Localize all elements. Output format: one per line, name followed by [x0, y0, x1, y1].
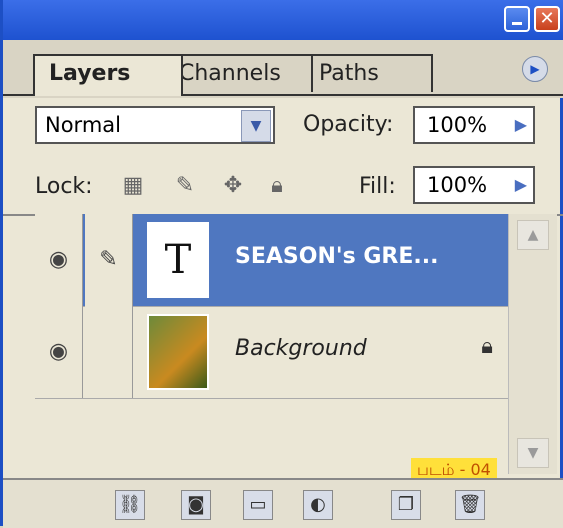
panel-menu-icon[interactable]: ▶ [522, 56, 548, 82]
eye-icon[interactable]: ◉ [35, 306, 83, 398]
opacity-label: Opacity: [303, 112, 394, 137]
close-icon[interactable]: ✕ [534, 6, 560, 32]
text-layer-thumbnail: T [147, 222, 209, 298]
lock-label: Lock: [35, 174, 93, 199]
add-mask-icon[interactable]: ◙ [181, 490, 211, 520]
vertical-scrollbar[interactable]: ▲ ▼ [508, 214, 557, 474]
tab-paths[interactable]: Paths [303, 54, 433, 92]
fill-input[interactable]: 100% ▶ [413, 166, 535, 204]
lock-icon: 🔒︎ [481, 334, 493, 359]
lock-all-icon[interactable]: 🔒︎ [265, 174, 289, 198]
link-layers-icon[interactable]: ⛓ [115, 490, 145, 520]
title-bar: ✕ [3, 0, 563, 40]
tab-layers[interactable]: Layers [33, 54, 183, 96]
opacity-value: 100% [427, 113, 488, 137]
lock-position-icon[interactable]: ✥ [221, 174, 245, 198]
delete-layer-icon[interactable]: 🗑︎ [455, 490, 485, 520]
tab-bar: Paths Channels Layers [3, 40, 563, 98]
layer-name: Background [235, 336, 367, 361]
blend-mode-select[interactable]: Normal ▼ [35, 106, 275, 144]
fill-label: Fill: [359, 174, 396, 199]
layer-row-season[interactable]: ◉ ✎ T SEASON's GRE... [35, 214, 513, 307]
scroll-up-icon[interactable]: ▲ [517, 220, 549, 250]
opacity-arrow-icon[interactable]: ▶ [515, 108, 527, 142]
layer-list: ◉ ✎ T SEASON's GRE... ◉ Background 🔒︎ [3, 214, 513, 474]
scroll-down-icon[interactable]: ▼ [517, 438, 549, 468]
eye-icon[interactable]: ◉ [35, 214, 83, 306]
blend-mode-value: Normal [45, 113, 121, 137]
chevron-down-icon[interactable]: ▼ [241, 110, 271, 142]
lock-transparent-icon[interactable]: ▦ [121, 174, 145, 198]
minimize-icon[interactable] [504, 6, 530, 32]
fill-arrow-icon[interactable]: ▶ [515, 168, 527, 202]
adjustment-layer-icon[interactable]: ◐ [303, 490, 333, 520]
brush-icon[interactable]: ✎ [85, 214, 133, 306]
new-group-icon[interactable]: ▭ [243, 490, 273, 520]
fill-value: 100% [427, 173, 488, 197]
link-cell[interactable] [85, 306, 133, 398]
bottom-toolbar: ⛓ ◙ ▭ ◐ ❐ 🗑︎ [3, 478, 563, 528]
background-thumbnail [147, 314, 209, 390]
lock-image-icon[interactable]: ✎ [173, 174, 197, 198]
lock-row: Lock: ▦ ✎ ✥ 🔒︎ Fill: 100% ▶ [3, 156, 563, 216]
layer-row-background[interactable]: ◉ Background 🔒︎ [35, 306, 513, 399]
tab-channels[interactable]: Channels [163, 54, 313, 92]
layer-name: SEASON's GRE... [235, 244, 439, 269]
blend-row: Normal ▼ Opacity: 100% ▶ [3, 96, 563, 156]
layers-panel: ✕ Paths Channels Layers ▶ Normal ▼ Opaci… [0, 0, 563, 528]
opacity-input[interactable]: 100% ▶ [413, 106, 535, 144]
new-layer-icon[interactable]: ❐ [391, 490, 421, 520]
